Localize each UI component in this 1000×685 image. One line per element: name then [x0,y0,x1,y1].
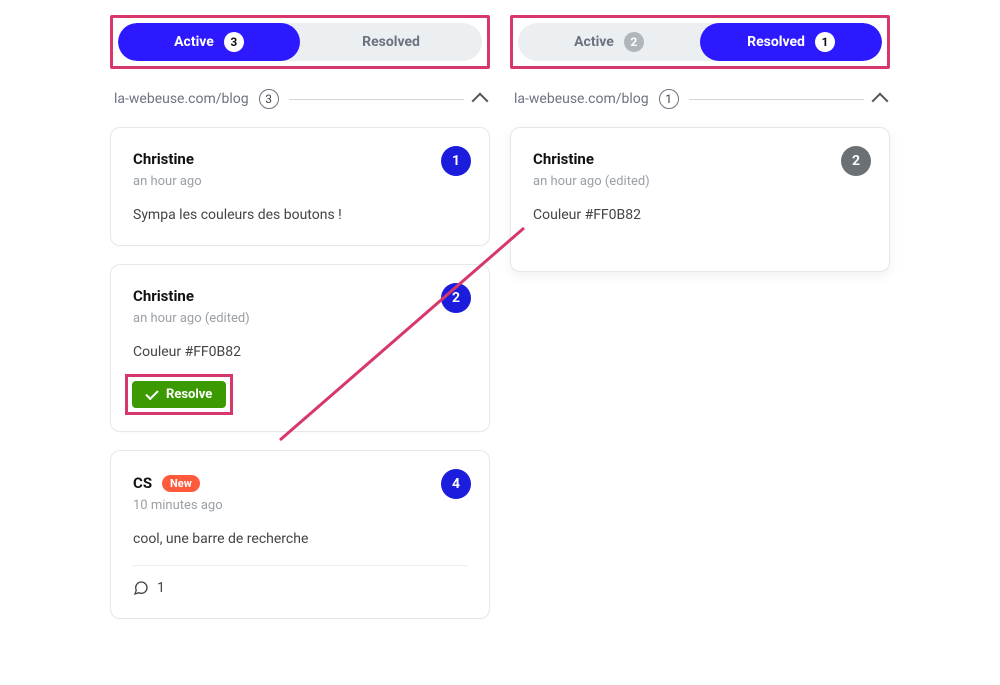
comment-author: Christine [533,150,867,168]
page-count: 1 [659,89,679,109]
replies-row[interactable]: 1 [133,565,467,596]
page-row-right[interactable]: la-webeuse.com/blog 1 [510,89,890,109]
comment-number-badge: 2 [841,146,871,176]
tab-resolved-right[interactable]: Resolved 1 [700,23,882,61]
divider [689,99,864,100]
comment-meta: 10 minutes ago [133,498,467,513]
comment-card[interactable]: 1 Christine an hour ago Sympa les couleu… [110,127,490,246]
page-count: 3 [259,89,279,109]
left-tabs: Active 3 Resolved [118,23,482,61]
comment-meta: an hour ago [133,174,467,189]
comment-author: Christine [133,287,467,305]
tab-label: Active [174,34,214,50]
resolve-label: Resolve [166,387,212,402]
comment-card[interactable]: 4 CS New 10 minutes ago cool, une barre … [110,450,490,619]
replies-count: 1 [157,580,165,596]
resolve-button[interactable]: Resolve [132,381,226,408]
tab-active-right[interactable]: Active 2 [518,23,700,61]
comment-body: Couleur #FF0B82 [133,344,467,360]
tab-count-badge: 1 [815,32,835,52]
right-tabs-highlight: Active 2 Resolved 1 [510,15,890,69]
check-icon [145,386,158,399]
divider [289,99,464,100]
comment-body: cool, une barre de recherche [133,531,467,547]
tab-count-badge: 2 [624,32,644,52]
page-row-left[interactable]: la-webeuse.com/blog 3 [110,89,490,109]
tab-label: Resolved [747,34,805,50]
comment-author: Christine [133,150,467,168]
page-url: la-webeuse.com/blog [114,91,249,107]
left-column: Active 3 Resolved la-webeuse.com/blog 3 … [110,15,490,637]
right-tabs: Active 2 Resolved 1 [518,23,882,61]
comment-meta: an hour ago (edited) [533,174,867,189]
tab-label: Active [574,34,614,50]
chevron-up-icon[interactable] [472,93,489,110]
comment-number-badge: 1 [441,146,471,176]
comment-author: CS [133,474,152,492]
comment-card[interactable]: 2 Christine an hour ago (edited) Couleur… [110,264,490,432]
resolve-highlight: Resolve [125,374,233,415]
comment-card[interactable]: 2 Christine an hour ago (edited) Couleur… [510,127,890,272]
tab-resolved-left[interactable]: Resolved [300,23,482,61]
tab-label: Resolved [362,34,420,50]
comment-body: Sympa les couleurs des boutons ! [133,207,467,223]
page-url: la-webeuse.com/blog [514,91,649,107]
right-column: Active 2 Resolved 1 la-webeuse.com/blog … [510,15,890,637]
comment-body: Couleur #FF0B82 [533,207,867,223]
tab-count-badge: 3 [224,32,244,52]
comment-number-badge: 4 [441,469,471,499]
comment-meta: an hour ago (edited) [133,311,467,326]
new-badge: New [162,475,200,492]
comment-number-badge: 2 [441,283,471,313]
chat-icon [133,580,149,596]
left-tabs-highlight: Active 3 Resolved [110,15,490,69]
chevron-up-icon[interactable] [872,93,889,110]
tab-active-left[interactable]: Active 3 [118,23,300,61]
